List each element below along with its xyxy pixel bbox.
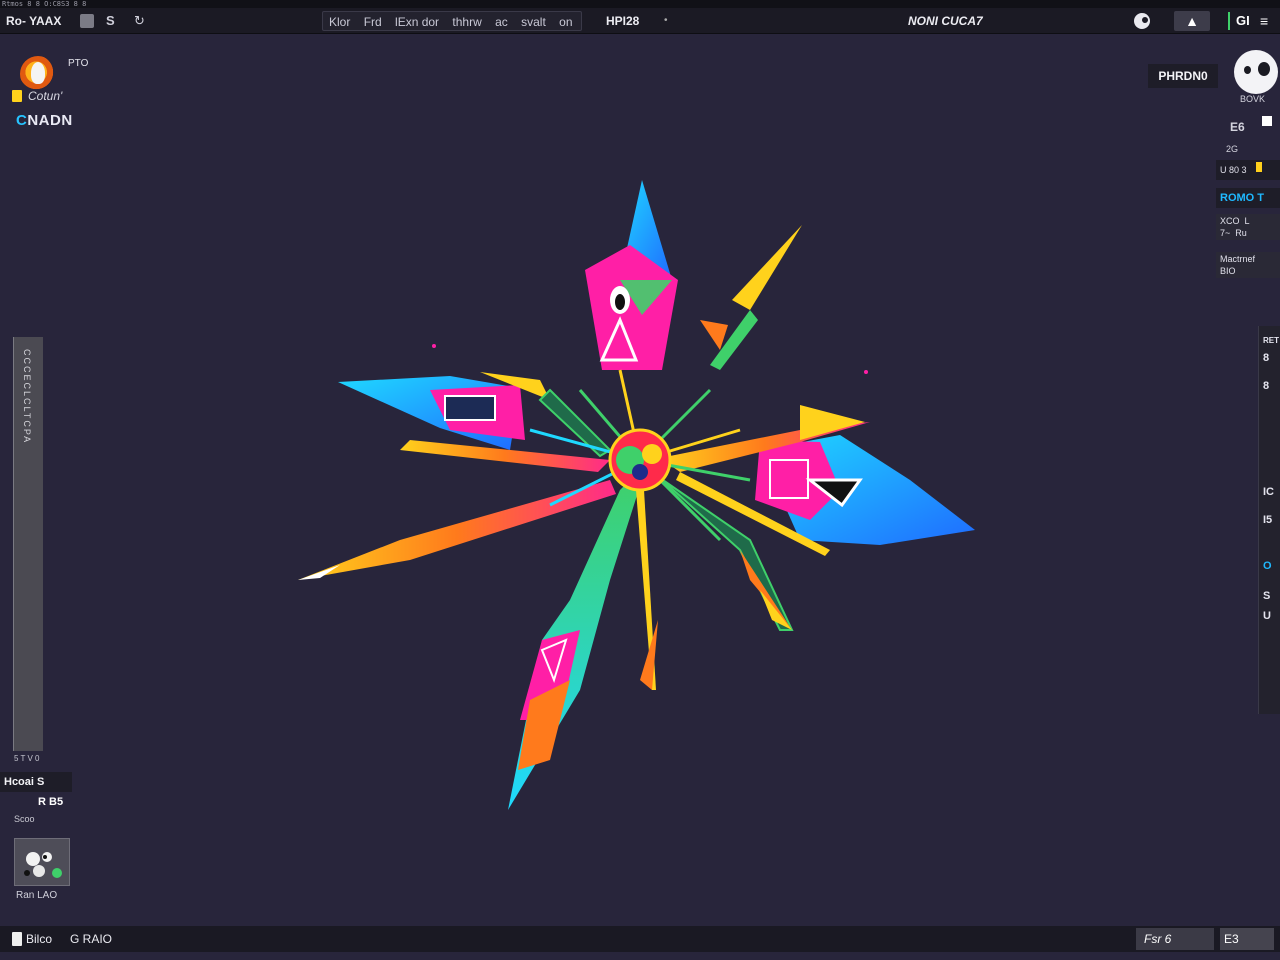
left-panel-label: CCCECLCLTCPA [22, 349, 32, 445]
spike-bottom-center [636, 490, 658, 690]
logo-badge [12, 90, 22, 102]
refresh-icon[interactable]: ↻ [134, 8, 145, 34]
left-side-panel[interactable]: CCCECLCLTCPA [13, 337, 43, 751]
preview-thumbnail[interactable] [14, 838, 70, 886]
title-strip: Rtmos 8 8 O:C8S3 8 8 [0, 0, 1280, 8]
menu-item-object[interactable]: thhrw [452, 15, 481, 29]
status-dot: • [664, 15, 668, 26]
spike-top-right [700, 225, 802, 370]
menu-item-edit[interactable]: Frd [364, 15, 382, 29]
select-tool-icon[interactable]: S [106, 8, 115, 34]
tool-item[interactable]: O [1263, 560, 1272, 572]
layers-icon[interactable] [80, 14, 94, 28]
document-icon[interactable] [12, 932, 22, 946]
menu-item-view[interactable]: lExn dor [395, 15, 439, 29]
active-indicator [1228, 12, 1230, 30]
avatar[interactable] [1234, 50, 1278, 94]
property-row-highlight[interactable]: ROMO T [1216, 188, 1280, 208]
checkbox[interactable] [1262, 116, 1272, 126]
menu-item-select[interactable]: svalt [521, 15, 546, 29]
share-icon[interactable] [1134, 13, 1150, 29]
preset-button[interactable]: PHRDN0 [1148, 64, 1218, 88]
thumbnail-caption: Ran LAO [16, 890, 58, 901]
app-logo: PTO Cotun' CNADN [12, 52, 102, 138]
tool-item[interactable]: 8 [1263, 352, 1269, 364]
logo-wordmark: Cotun' [28, 89, 63, 103]
bottom-left-label[interactable]: Bilco [26, 926, 52, 952]
hamburger-menu-icon[interactable]: ≡ [1260, 8, 1268, 34]
tool-item[interactable]: RET [1263, 336, 1279, 345]
right-tool-strip: RET 8 8 IC I5 O S U [1258, 326, 1280, 714]
right-value-2: 2G [1226, 144, 1239, 154]
preview-card-value: R B5 [38, 796, 64, 808]
status-flag [1256, 162, 1262, 172]
upload-button[interactable]: ▲ [1174, 11, 1210, 31]
right-properties-list: U 80 3 ROMO T XCO L 7~ Ru Mactrnef BIO [1216, 160, 1280, 282]
app-title: Ro- YAAX [6, 14, 62, 28]
logo-name: CNADN [16, 112, 73, 129]
property-row[interactable]: XCO L 7~ Ru [1216, 214, 1280, 240]
menu-bar: Klor Frd lExn dor thhrw ac svalt on ⁞ [322, 11, 582, 31]
menu-item-arrange[interactable]: ac [495, 15, 508, 29]
tool-item[interactable]: S [1263, 590, 1270, 602]
title-strip-text: Rtmos 8 8 O:C8S3 8 8 [2, 0, 87, 8]
avatar-caption: BOVK [1240, 94, 1266, 104]
canvas-artwork[interactable] [280, 160, 1000, 840]
logo-pro-label: PTO [68, 58, 89, 69]
preview-card-title[interactable]: Hcoai S [0, 772, 72, 792]
menu-item-file[interactable]: Klor [329, 15, 350, 29]
spike-top [585, 180, 678, 370]
left-panel-footer: 5 T V 0 [14, 754, 40, 763]
zoom-control[interactable]: E3 [1220, 928, 1274, 950]
preview-card: Hcoai S R B5 Scoo Ran LAO [0, 770, 72, 910]
bottom-mid-label[interactable]: G RAIO [70, 926, 112, 952]
property-row[interactable]: Mactrnef BIO [1216, 252, 1280, 278]
preview-card-sub: Scoo [14, 814, 35, 824]
center-hub [608, 428, 672, 492]
right-value-1: E6 [1230, 120, 1245, 134]
spike-left [338, 372, 612, 472]
tool-item[interactable]: 8 [1263, 380, 1269, 392]
thumbnail-graphic-icon [24, 852, 62, 878]
logo-name-prefix: C [16, 112, 28, 129]
bottom-status-bar: Bilco G RAIO Fsr 6 E3 [0, 926, 1280, 952]
logo-name-rest: NADN [27, 112, 73, 129]
status-indicator[interactable]: Fsr 6 [1136, 928, 1214, 950]
top-toolbar: Ro- YAAX S ↻ Klor Frd lExn dor thhrw ac … [0, 8, 1280, 34]
document-title: NONI CUCA7 [908, 14, 983, 28]
spike-right [660, 405, 975, 556]
tool-item[interactable]: U [1263, 610, 1271, 622]
menu-item-window[interactable]: on [559, 15, 572, 29]
document-id: HPI28 [606, 14, 640, 28]
tool-item[interactable]: I5 [1263, 514, 1272, 526]
spike-bottom [508, 478, 640, 810]
property-row[interactable]: U 80 3 [1216, 160, 1280, 180]
gi-button[interactable]: GI [1236, 8, 1250, 34]
tool-item[interactable]: IC [1263, 486, 1274, 498]
flame-logo-icon [20, 56, 56, 92]
